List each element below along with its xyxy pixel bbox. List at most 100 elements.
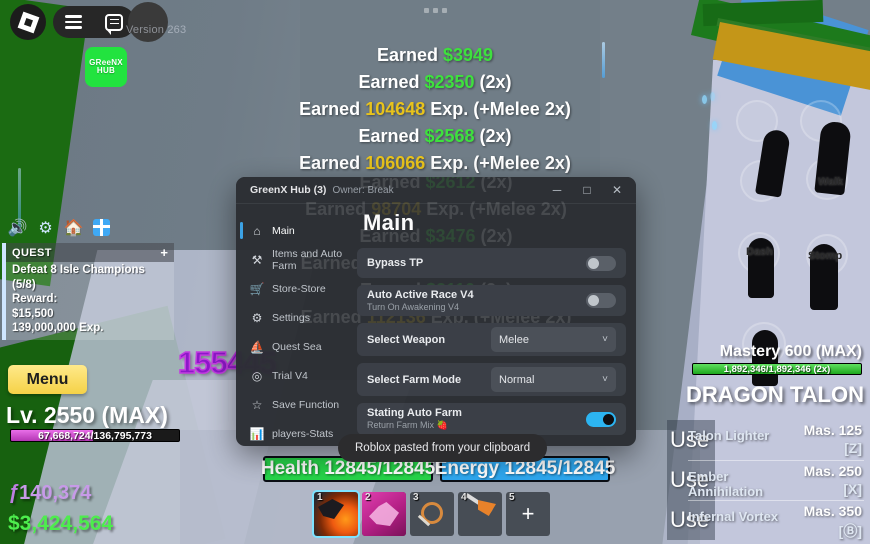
hotbar-slot[interactable]: 4 [458,492,502,536]
sparkle-particle [702,95,707,104]
hotbar-slot[interactable]: 3 [410,492,454,536]
hamburger-menu-icon[interactable] [64,12,82,32]
toggle-auto-active-race-v4[interactable] [586,293,616,308]
top-center-dots [424,8,447,13]
row-auto-active-race-v4[interactable]: Auto Active Race V4 Turn On Awakening V4 [357,285,626,316]
window-sidebar[interactable]: ⌂ Main ⚒ Items and Auto Farm 🛒 Store-Store ⚙ Se… [236,204,351,446]
sidebar-item-label: Trial V4 [272,369,308,382]
row-label: Stating Auto Farm [367,407,462,419]
mastery-title: Mastery 600 (MAX) [719,343,862,360]
sidebar-item-label: Settings [272,311,310,324]
dropdown-value: Melee [499,333,529,346]
quest-panel-header: QUEST + [6,243,174,262]
maximize-button[interactable]: □ [572,178,602,203]
fragments-counter: ƒ140,374 [8,482,91,505]
roblox-menu-pill[interactable] [53,6,135,38]
gear-icon: ⚙ [251,310,263,325]
row-labels: Select Weapon [367,334,491,346]
window-title-bar[interactable]: GreenX Hub (3) Owner: Break ─ □ ✕ [236,177,636,204]
chevron-down-icon: ˅ [602,374,608,385]
row-labels: Stating Auto Farm Return Farm Mix 🍓 [367,407,586,431]
target-icon: ◎ [251,368,263,383]
weapon-name: DRAGON TALON [685,382,864,407]
move-keybind: [Z] [844,440,862,456]
row-select-farm-mode[interactable]: Select Farm Mode Normal ˅ [357,363,626,396]
minimize-button[interactable]: ─ [542,178,572,203]
move-mastery-requirement: Mas. 250 [803,463,862,479]
hotbar-slot-number: 4 [461,492,467,503]
row-label: Bypass TP [367,257,424,269]
cash-counter: $3,424,564 [8,512,114,535]
move-keybind: [Ⓑ] [838,523,862,539]
home-icon[interactable]: 🏠 [64,218,84,237]
sidebar-item-quest-sea[interactable]: ⛵ Quest Sea [236,332,351,361]
quest-reward-label: Reward: [12,293,58,305]
chat-bubble-icon[interactable] [105,13,124,35]
sparkle-particle [710,92,715,101]
gift-icon[interactable] [92,218,111,237]
mastery-progress-bar: 1,892,346/1,892,346 (2x) [692,363,862,375]
hotbar-slot-number: 3 [413,492,419,503]
row-labels: Auto Active Race V4 Turn On Awakening V4 [367,289,586,312]
gear-icon[interactable]: ⚙ [36,218,55,237]
roblox-logo-icon[interactable] [10,4,46,40]
row-select-weapon[interactable]: Select Weapon Melee ˅ [357,323,626,356]
move-row: Ember Annihilation Mas. 250 [X] [688,460,864,500]
hotbar-slot[interactable]: 5 + [506,492,550,536]
sidebar-item-label: Store-Store [272,282,326,295]
npc-label: Walk [818,176,844,188]
quest-panel-body: Defeat 8 Isle Champions (5/8) Reward: $1… [6,262,174,336]
player-avatar[interactable] [128,2,168,42]
window-controls[interactable]: ─ □ ✕ [542,178,632,203]
dropdown-select-farm-mode[interactable]: Normal ˅ [491,367,616,392]
quest-add-button[interactable]: + [160,245,168,260]
speaker-icon[interactable]: 🔊 [8,218,28,237]
hotbar-slot-number: 2 [365,492,371,503]
sidebar-item-players-stats[interactable]: 📊 players-Stats [236,419,351,446]
mastery-bar-label: 1,892,346/1,892,346 (2x) [723,363,831,375]
page-title: Main [363,210,415,235]
row-sublabel: Return Farm Mix 🍓 [367,420,448,430]
row-label: Auto Active Race V4 [367,289,474,301]
row-sublabel: Turn On Awakening V4 [367,302,460,312]
star-icon: ☆ [251,397,263,412]
dropdown-select-weapon[interactable]: Melee ˅ [491,327,616,352]
hud-icon-row: 🔊 ⚙ 🏠 [8,218,111,237]
window-title: GreenX Hub (3) [250,184,327,196]
quest-title: QUEST [12,246,52,259]
greenx-hub-launcher-button[interactable]: GReeNX HUB [85,47,127,87]
npc-label: Stomp [808,250,843,262]
window-owner: Owner: Break [332,184,394,196]
cart-icon: 🛒 [249,281,265,296]
hotbar-slot[interactable]: 2 [362,492,406,536]
hotbar[interactable]: 1 2 3 4 5 + [312,490,550,538]
axe-icon: ⚒ [251,252,263,267]
version-label: Version 263 [126,24,187,36]
greenx-hub-window[interactable]: Earned $2612 (2x)Earned 98704 Exp. (+Mel… [236,177,636,446]
hotbar-slot-number: 5 [509,492,515,503]
sidebar-item-label: Quest Sea [272,340,322,353]
boat-icon: ⛵ [249,339,265,354]
sidebar-item-label: players-Stats [272,427,334,440]
sidebar-item-items-and-auto-farm[interactable]: ⚒ Items and Auto Farm [236,245,351,274]
row-labels: Select Farm Mode [367,374,491,386]
sidebar-item-settings[interactable]: ⚙ Settings [236,303,351,332]
toggle-knob [588,257,599,269]
row-bypass-tp[interactable]: Bypass TP [357,248,626,278]
sidebar-item-save-function[interactable]: ☆ Save Function [236,390,351,419]
sidebar-item-main[interactable]: ⌂ Main [236,216,351,245]
npc-label: Dash [746,246,773,258]
menu-button[interactable]: Menu [8,365,87,394]
hotbar-slot[interactable]: 1 [312,490,360,538]
toggle-bypass-tp[interactable] [586,255,616,271]
row-stating-auto-farm[interactable]: Stating Auto Farm Return Farm Mix 🍓 [357,403,626,435]
sidebar-item-trial-v4[interactable]: ◎ Trial V4 [236,361,351,390]
quest-objective: Defeat 8 Isle Champions (5/8) [12,264,145,291]
player-level: Lv. 2550 (MAX) [6,402,168,428]
dropdown-value: Normal [499,373,535,386]
toggle-stating-auto-farm[interactable] [586,411,616,427]
move-name: Infernal Vortex [688,509,779,524]
sidebar-item-store-store[interactable]: 🛒 Store-Store [236,274,351,303]
close-button[interactable]: ✕ [602,178,632,203]
chevron-down-icon: ˅ [602,334,608,345]
